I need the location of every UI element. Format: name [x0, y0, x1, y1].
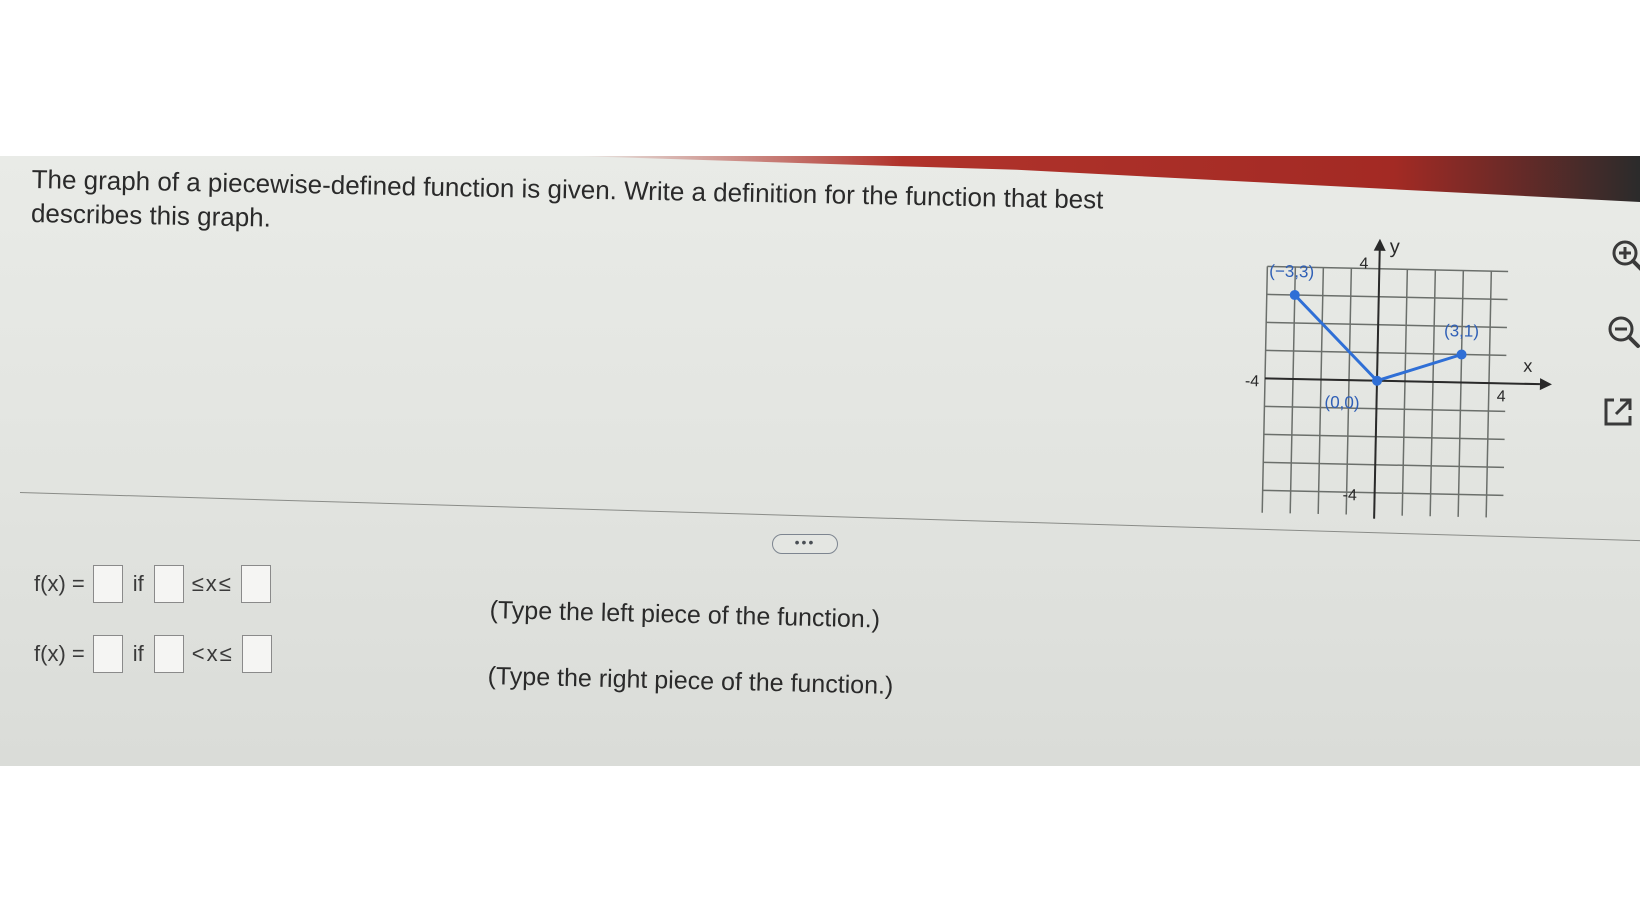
grid-line-vertical [1429, 269, 1437, 517]
function-label: f(x) = [34, 641, 85, 666]
if-label: if [132, 571, 144, 596]
left-piece-upper-bound-input[interactable] [240, 565, 271, 603]
right-piece-lower-bound-input[interactable] [153, 635, 184, 673]
left-piece-lower-bound-input[interactable] [153, 565, 184, 603]
tick-label-top: 4 [1359, 255, 1368, 272]
grid-line-vertical [1401, 269, 1409, 516]
graph-point [1456, 349, 1467, 360]
inequality-label: <x≤ [191, 641, 234, 666]
tick-label-bottom: -4 [1342, 487, 1357, 504]
grid-line-vertical [1317, 267, 1325, 514]
grid-line-vertical [1261, 266, 1269, 513]
y-axis-label: y [1390, 236, 1400, 258]
graph-point-label: (0,0) [1324, 393, 1359, 413]
graph-grid [1261, 265, 1509, 518]
right-piece-upper-bound-input[interactable] [241, 635, 272, 673]
grid-line-horizontal [1265, 349, 1507, 357]
inequality-label: ≤x≤ [191, 571, 233, 596]
zoom-out-icon[interactable] [1604, 312, 1640, 352]
graph-point-label: (3,1) [1444, 321, 1479, 341]
answer-row-left: f(x) = if ≤x≤ [34, 562, 275, 606]
function-plot: (−3,3) (0,0) (3,1) [1269, 261, 1479, 413]
right-piece-expression-input[interactable] [92, 635, 123, 673]
x-axis [1265, 377, 1540, 386]
function-label: f(x) = [34, 571, 85, 596]
expand-button[interactable]: ••• [772, 534, 838, 554]
grid-line-horizontal [1266, 293, 1508, 301]
if-label: if [132, 641, 144, 666]
function-graph: y x -4 4 4 -4 (−3,3) (0,0) (3,1) [1245, 236, 1552, 519]
x-axis-arrow [1539, 378, 1552, 391]
left-piece-hint: (Type the left piece of the function.) [489, 596, 881, 634]
grid-line-vertical [1289, 266, 1297, 514]
grid-line-horizontal [1263, 461, 1505, 469]
zoom-in-icon[interactable] [1608, 236, 1640, 276]
y-axis-arrow [1373, 238, 1386, 251]
grid-line-horizontal [1263, 433, 1505, 441]
question-panel: The graph of a piecewise-defined functio… [0, 156, 1640, 766]
tick-label-right: 4 [1497, 388, 1506, 405]
grid-line-vertical [1485, 271, 1493, 518]
left-piece-expression-input[interactable] [92, 565, 123, 603]
grid-line-vertical [1457, 270, 1465, 517]
right-piece-hint: (Type the right piece of the function.) [487, 662, 894, 700]
grid-line-horizontal [1264, 405, 1506, 413]
grid-line-vertical [1345, 268, 1353, 515]
answer-row-right: f(x) = if <x≤ [34, 632, 276, 676]
question-text: The graph of a piecewise-defined functio… [30, 163, 1104, 233]
graph-point-label: (−3,3) [1269, 261, 1314, 281]
grid-line-horizontal [1262, 489, 1504, 497]
external-link-icon[interactable] [1598, 392, 1638, 432]
tick-label-left: -4 [1245, 373, 1260, 390]
x-axis-label: x [1523, 356, 1532, 376]
